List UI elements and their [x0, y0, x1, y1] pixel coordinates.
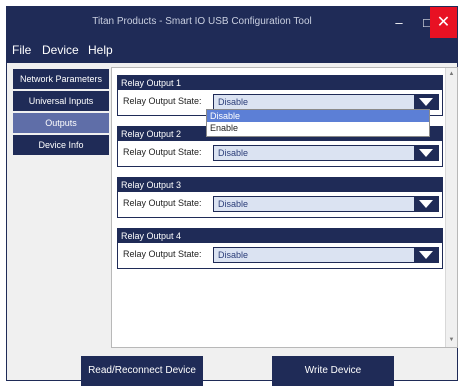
sidebar-item-device-info[interactable]: Device Info: [13, 135, 109, 155]
field-label: Relay Output State:: [123, 96, 202, 106]
relay-output-2-select[interactable]: Disable: [213, 145, 439, 161]
window-title: Titan Products - Smart IO USB Configurat…: [92, 16, 312, 27]
write-device-button[interactable]: Write Device: [272, 356, 394, 386]
close-icon: ✕: [436, 14, 451, 31]
dropdown-option-disable[interactable]: Disable: [207, 110, 429, 122]
field-label: Relay Output State:: [123, 147, 202, 157]
group-title: Relay Output 1: [118, 76, 442, 90]
menu-device[interactable]: Device: [42, 43, 79, 57]
field-label: Relay Output State:: [123, 198, 202, 208]
sidebar-item-outputs[interactable]: Outputs: [13, 113, 109, 133]
chevron-down-icon: [419, 149, 433, 157]
select-value: Disable: [214, 146, 414, 160]
menu-bar: File Device Help: [7, 38, 457, 63]
scroll-down-icon[interactable]: ▼: [447, 336, 456, 345]
relay-output-4-select[interactable]: Disable: [213, 247, 439, 263]
scroll-up-icon[interactable]: ▲: [447, 70, 456, 79]
select-value: Disable: [214, 197, 414, 211]
chevron-down-icon: [419, 98, 433, 106]
relay-output-4-group: Relay Output 4 Relay Output State: Disab…: [117, 228, 443, 269]
read-reconnect-device-button[interactable]: Read/Reconnect Device: [81, 356, 203, 386]
dropdown-option-enable[interactable]: Enable: [207, 122, 429, 134]
vertical-scrollbar[interactable]: ▲ ▼: [445, 68, 457, 347]
sidebar-item-network-parameters[interactable]: Network Parameters: [13, 69, 109, 89]
menu-help[interactable]: Help: [88, 43, 113, 57]
title-bar[interactable]: Titan Products - Smart IO USB Configurat…: [7, 7, 457, 38]
chevron-down-icon: [419, 251, 433, 259]
menu-file[interactable]: File: [12, 43, 31, 57]
relay-output-3-group: Relay Output 3 Relay Output State: Disab…: [117, 177, 443, 218]
sidebar-item-universal-inputs[interactable]: Universal Inputs: [13, 91, 109, 111]
group-title: Relay Output 3: [118, 178, 442, 192]
relay-output-3-select[interactable]: Disable: [213, 196, 439, 212]
select-value: Disable: [214, 248, 414, 262]
group-title: Relay Output 4: [118, 229, 442, 243]
select-value: Disable: [214, 95, 414, 109]
field-label: Relay Output State:: [123, 249, 202, 259]
minimize-icon: –: [395, 15, 403, 30]
minimize-button[interactable]: –: [385, 7, 413, 38]
app-window: Titan Products - Smart IO USB Configurat…: [6, 6, 458, 386]
chevron-down-icon: [419, 200, 433, 208]
relay-output-1-select[interactable]: Disable: [213, 94, 439, 110]
close-button[interactable]: ✕: [430, 7, 457, 38]
relay-output-1-dropdown-list: Disable Enable: [206, 109, 430, 137]
